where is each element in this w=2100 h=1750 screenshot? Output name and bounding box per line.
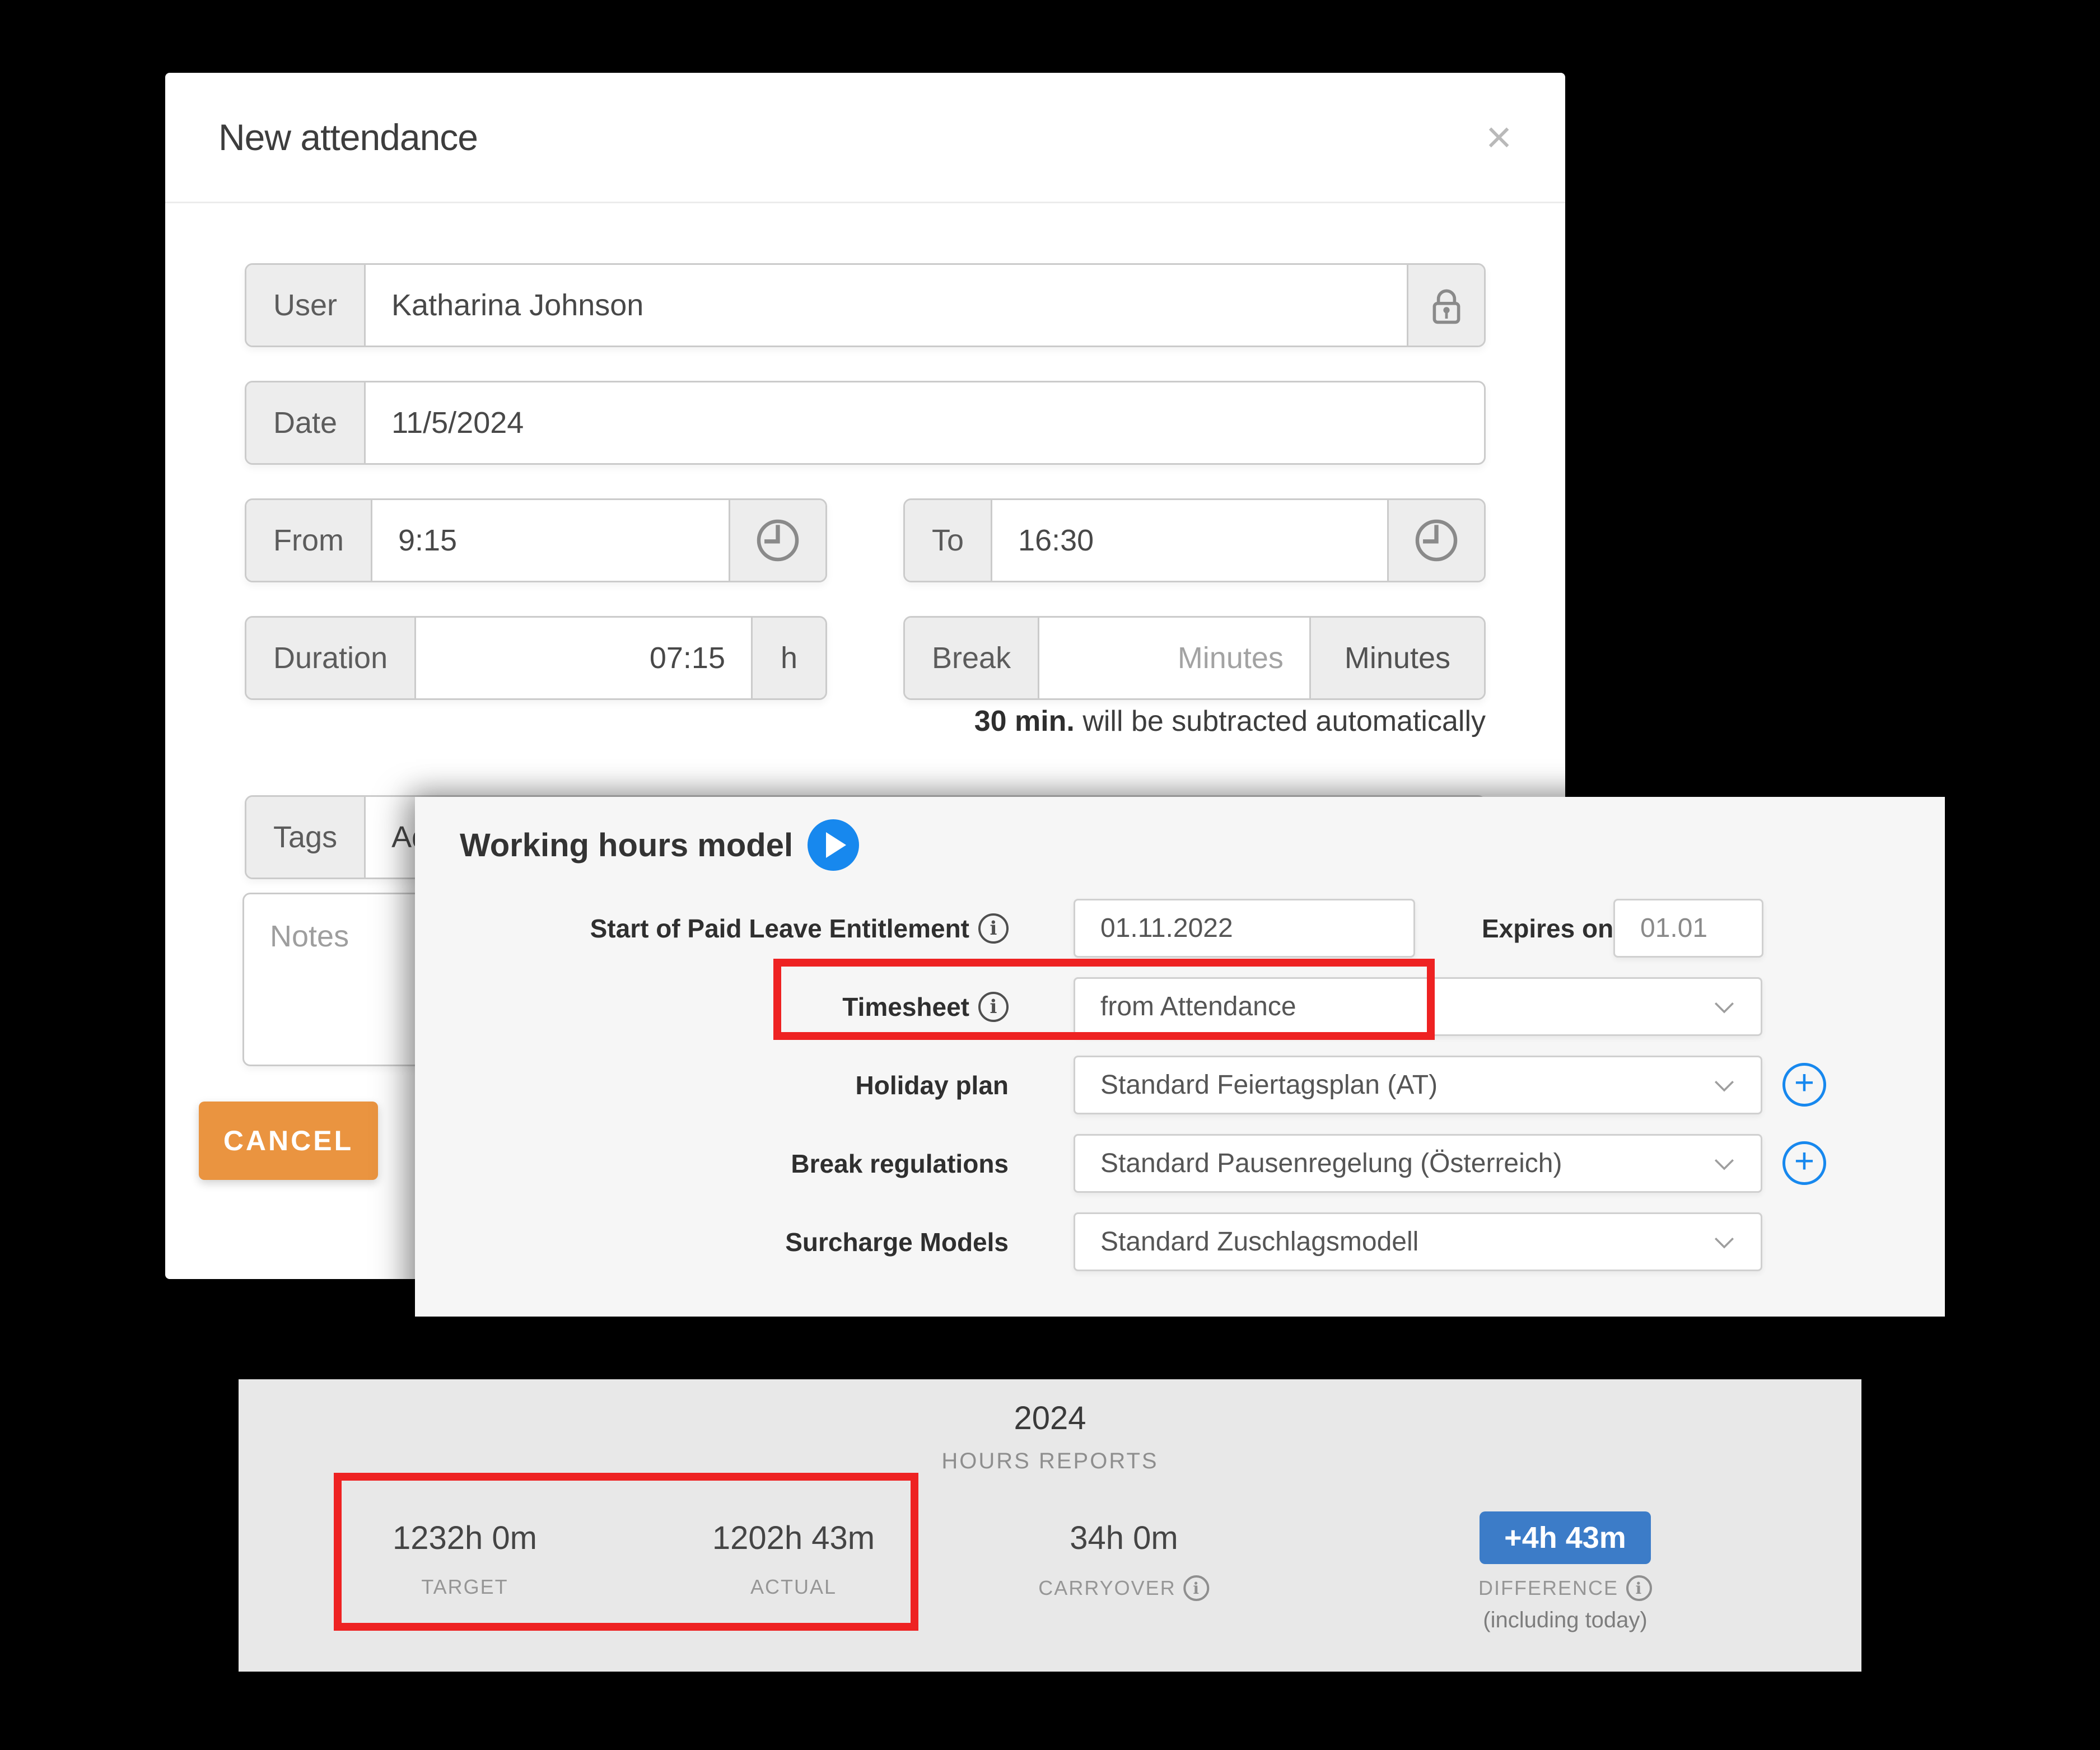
- chevron-down-icon: [1709, 1070, 1739, 1100]
- working-hours-header: Working hours model: [460, 819, 859, 871]
- carryover-label-wrap: CARRYOVER i: [1038, 1575, 1209, 1601]
- difference-label-wrap: DIFFERENCE i: [1478, 1575, 1652, 1601]
- break-regulations-label: Break regulations: [791, 1149, 1009, 1179]
- from-to-row: From To: [245, 498, 1486, 582]
- break-regulations-value: Standard Pausenregelung (Österreich): [1100, 1148, 1562, 1179]
- holiday-plan-row: Holiday plan Standard Feiertagsplan (AT)…: [415, 1056, 1945, 1114]
- from-clock-icon[interactable]: [729, 500, 825, 581]
- to-input[interactable]: [992, 500, 1387, 581]
- difference-value-wrap: +4h 43m: [1480, 1507, 1651, 1569]
- date-label: Date: [246, 382, 366, 463]
- paid-leave-label-wrap: Start of Paid Leave Entitlement i: [590, 913, 1009, 944]
- break-regulations-label-wrap: Break regulations: [791, 1149, 1009, 1179]
- from-input[interactable]: [372, 500, 729, 581]
- timesheet-label-wrap: Timesheet i: [842, 992, 1009, 1022]
- user-row: User: [245, 263, 1486, 347]
- target-label: TARGET: [421, 1575, 508, 1599]
- break-unit-label: Minutes: [1309, 618, 1484, 698]
- working-hours-title: Working hours model: [460, 827, 793, 864]
- break-auto-note-text: will be subtracted automatically: [1075, 705, 1486, 738]
- chevron-down-icon: [1709, 1227, 1739, 1257]
- surcharge-models-value: Standard Zuschlagsmodell: [1100, 1226, 1418, 1257]
- play-icon: [826, 832, 846, 858]
- report-subtitle: HOURS REPORTS: [239, 1449, 1861, 1474]
- to-clock-icon[interactable]: [1387, 500, 1484, 581]
- difference-badge: +4h 43m: [1480, 1511, 1651, 1564]
- report-year: 2024: [239, 1399, 1861, 1437]
- timesheet-dropdown[interactable]: from Attendance: [1074, 977, 1762, 1036]
- user-label: User: [246, 265, 366, 346]
- paid-leave-label: Start of Paid Leave Entitlement: [590, 913, 969, 944]
- break-auto-note: 30 min. will be subtracted automatically: [245, 704, 1486, 738]
- expires-on-input[interactable]: 01.01: [1613, 899, 1763, 958]
- info-icon[interactable]: i: [978, 992, 1009, 1022]
- break-regulations-row: Break regulations Standard Pausenregelun…: [415, 1134, 1945, 1193]
- tags-label: Tags: [246, 797, 366, 878]
- expires-on-label: Expires on: [1482, 913, 1613, 944]
- duration-label: Duration: [246, 618, 416, 698]
- surcharge-models-label: Surcharge Models: [785, 1227, 1009, 1257]
- close-icon[interactable]: ×: [1486, 115, 1512, 160]
- page-background: { "modal": { "title": "New attendance", …: [0, 0, 2100, 1750]
- difference-note: (including today): [1483, 1608, 1648, 1633]
- date-field-group: Date: [245, 381, 1486, 465]
- carryover-value: 34h 0m: [1070, 1507, 1178, 1569]
- surcharge-models-label-wrap: Surcharge Models: [785, 1227, 1009, 1257]
- modal-header: New attendance ×: [165, 73, 1565, 203]
- timesheet-value: from Attendance: [1100, 991, 1296, 1022]
- duration-input[interactable]: [416, 618, 751, 698]
- duration-break-row: Duration h Break Minutes: [245, 616, 1486, 700]
- user-input[interactable]: [366, 265, 1407, 346]
- timesheet-row: Timesheet i from Attendance: [415, 977, 1945, 1036]
- surcharge-models-row: Surcharge Models Standard Zuschlagsmodel…: [415, 1212, 1945, 1271]
- holiday-plan-value: Standard Feiertagsplan (AT): [1100, 1070, 1438, 1100]
- paid-leave-start-input[interactable]: 01.11.2022: [1074, 899, 1415, 958]
- play-video-button[interactable]: [808, 819, 859, 871]
- stat-target: 1232h 0m TARGET: [393, 1507, 537, 1599]
- stat-difference: +4h 43m DIFFERENCE i (including today): [1478, 1507, 1652, 1633]
- break-field-group: Break Minutes: [903, 616, 1486, 700]
- paid-leave-row: Start of Paid Leave Entitlement i 01.11.…: [415, 899, 1945, 958]
- modal-title: New attendance: [218, 116, 478, 158]
- stat-carryover: 34h 0m CARRYOVER i: [1038, 1507, 1209, 1601]
- holiday-plan-label: Holiday plan: [856, 1070, 1009, 1100]
- holiday-plan-dropdown[interactable]: Standard Feiertagsplan (AT): [1074, 1056, 1762, 1114]
- stat-actual: 1202h 43m ACTUAL: [712, 1507, 875, 1599]
- hours-report-panel: 2024 HOURS REPORTS 1232h 0m TARGET 1202h…: [239, 1379, 1861, 1672]
- duration-field-group: Duration h: [245, 616, 827, 700]
- carryover-label: CARRYOVER: [1038, 1576, 1175, 1600]
- info-icon[interactable]: i: [978, 913, 1009, 944]
- info-icon[interactable]: i: [1626, 1575, 1652, 1601]
- from-label: From: [246, 500, 372, 581]
- target-value: 1232h 0m: [393, 1507, 537, 1569]
- lock-icon: [1407, 265, 1484, 346]
- break-input[interactable]: [1039, 618, 1309, 698]
- date-row: Date: [245, 381, 1486, 465]
- surcharge-models-dropdown[interactable]: Standard Zuschlagsmodell: [1074, 1212, 1762, 1271]
- holiday-plan-label-wrap: Holiday plan: [856, 1070, 1009, 1100]
- working-hours-model-panel: Working hours model Start of Paid Leave …: [415, 797, 1945, 1317]
- actual-label: ACTUAL: [750, 1575, 837, 1599]
- user-field-group: User: [245, 263, 1486, 347]
- add-holiday-plan-button[interactable]: +: [1782, 1063, 1826, 1107]
- from-field-group: From: [245, 498, 827, 582]
- actual-value: 1202h 43m: [712, 1507, 875, 1569]
- difference-label: DIFFERENCE: [1478, 1576, 1618, 1600]
- cancel-button[interactable]: CANCEL: [199, 1102, 378, 1180]
- duration-unit-label: h: [751, 618, 825, 698]
- break-auto-note-minutes: 30 min.: [974, 705, 1075, 738]
- timesheet-label: Timesheet: [842, 992, 969, 1022]
- to-field-group: To: [903, 498, 1486, 582]
- chevron-down-icon: [1709, 992, 1739, 1022]
- info-icon[interactable]: i: [1184, 1575, 1210, 1601]
- to-label: To: [905, 500, 992, 581]
- add-break-regulation-button[interactable]: +: [1782, 1141, 1826, 1185]
- break-regulations-dropdown[interactable]: Standard Pausenregelung (Österreich): [1074, 1134, 1762, 1193]
- date-input[interactable]: [366, 382, 1484, 463]
- chevron-down-icon: [1709, 1149, 1739, 1179]
- break-label: Break: [905, 618, 1039, 698]
